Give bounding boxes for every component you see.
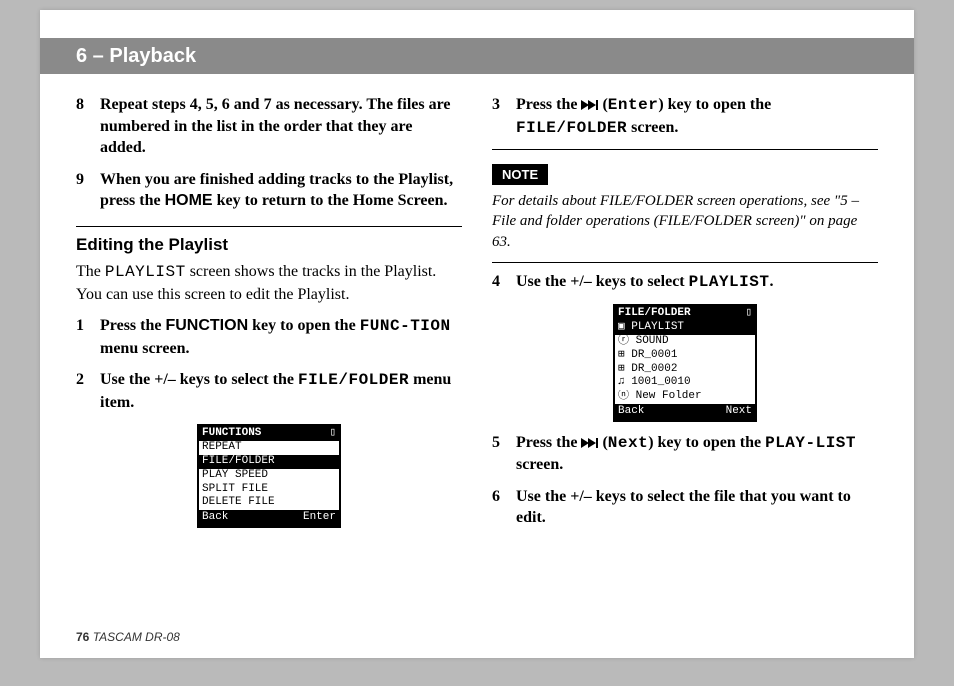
battery-icon: ▯ — [329, 427, 336, 441]
lcd-row: DELETE FILE — [199, 496, 339, 510]
sub-heading: Editing the Playlist — [76, 235, 462, 255]
step-number: 6 — [492, 486, 516, 529]
step-text: Press the (Next) key to open the PLAY-LI… — [516, 432, 878, 476]
right-column: 3 Press the (Enter) key to open the FILE… — [492, 90, 878, 539]
lcd-back-label: Back — [618, 405, 644, 419]
page-footer: 76 TASCAM DR-08 — [76, 630, 180, 644]
lcd-title: FUNCTIONS — [202, 427, 261, 441]
lcd-row: FILE/FOLDER — [199, 455, 339, 469]
lcd-footer: Back Enter — [199, 510, 339, 526]
screen-name: PLAYLIST — [689, 273, 770, 291]
intro-paragraph: The PLAYLIST screen shows the tracks in … — [76, 261, 462, 305]
step-8: 8 Repeat steps 4, 5, 6 and 7 as necessar… — [76, 94, 462, 159]
page-number: 76 — [76, 630, 89, 644]
step-2: 2 Use the +/– keys to select the FILE/FO… — [76, 369, 462, 413]
step-9: 9 When you are finished adding tracks to… — [76, 169, 462, 212]
lcd-row: PLAY SPEED — [199, 469, 339, 483]
step-number: 8 — [76, 94, 100, 159]
step-number: 4 — [492, 271, 516, 294]
two-column-layout: 8 Repeat steps 4, 5, 6 and 7 as necessar… — [76, 90, 878, 539]
step-text: Press the (Enter) key to open the FILE/F… — [516, 94, 878, 139]
chapter-title: 6 – Playback — [40, 45, 196, 67]
lcd-enter-label: Enter — [303, 511, 336, 525]
chapter-banner: 6 – Playback — [40, 38, 914, 74]
step-text: Use the +/– keys to select PLAYLIST. — [516, 271, 878, 294]
step-6: 6 Use the +/– keys to select the file th… — [492, 486, 878, 529]
lcd-row: ▣ PLAYLIST — [615, 321, 755, 335]
battery-icon: ▯ — [745, 307, 752, 321]
step-text: Use the +/– keys to select the file that… — [516, 486, 878, 529]
step-3: 3 Press the (Enter) key to open the FILE… — [492, 94, 878, 139]
left-column: 8 Repeat steps 4, 5, 6 and 7 as necessar… — [76, 90, 462, 539]
step-number: 1 — [76, 315, 100, 359]
lcd-row: ⓡ SOUND — [615, 335, 755, 349]
key-label: HOME — [165, 192, 213, 209]
step-number: 5 — [492, 432, 516, 476]
note-rule — [492, 262, 878, 263]
lcd-footer: Back Next — [615, 404, 755, 420]
lcd-row: ♫ 1001_0010 — [615, 376, 755, 390]
key-label: Enter — [608, 96, 659, 114]
lcd-header: FUNCTIONS ▯ — [199, 426, 339, 442]
lcd-row-list: REPEATFILE/FOLDERPLAY SPEEDSPLIT FILEDEL… — [199, 441, 339, 510]
key-label: Next — [608, 434, 648, 452]
fast-forward-icon — [581, 438, 598, 448]
note-label: NOTE — [492, 164, 548, 185]
step-text: Use the +/– keys to select the FILE/FOLD… — [100, 369, 462, 413]
lcd-header: FILE/FOLDER ▯ — [615, 306, 755, 322]
lcd-title: FILE/FOLDER — [618, 307, 691, 321]
step-number: 9 — [76, 169, 100, 212]
lcd-row: ⓝ New Folder — [615, 390, 755, 404]
step-text: Press the FUNCTION key to open the FUNC-… — [100, 315, 462, 359]
lcd-row: ⊞ DR_0002 — [615, 363, 755, 377]
step-number: 2 — [76, 369, 100, 413]
lcd-row-list: ▣ PLAYLISTⓡ SOUND⊞ DR_0001⊞ DR_0002♫ 100… — [615, 321, 755, 404]
fast-forward-icon — [581, 100, 598, 110]
section-rule — [76, 226, 462, 227]
step-1: 1 Press the FUNCTION key to open the FUN… — [76, 315, 462, 359]
screen-name: PLAYLIST — [105, 263, 186, 281]
lcd-row: ⊞ DR_0001 — [615, 349, 755, 363]
lcd-file-folder-screen: FILE/FOLDER ▯ ▣ PLAYLISTⓡ SOUND⊞ DR_0001… — [613, 304, 757, 422]
screen-name: PLAY-LIST — [765, 434, 856, 452]
step-4: 4 Use the +/– keys to select PLAYLIST. — [492, 271, 878, 294]
lcd-row: SPLIT FILE — [199, 483, 339, 497]
lcd-back-label: Back — [202, 511, 228, 525]
step-5: 5 Press the (Next) key to open the PLAY-… — [492, 432, 878, 476]
screen-name: FUNC-TION — [360, 317, 451, 335]
manual-page: 6 – Playback 8 Repeat steps 4, 5, 6 and … — [40, 10, 914, 658]
lcd-functions-screen: FUNCTIONS ▯ REPEATFILE/FOLDERPLAY SPEEDS… — [197, 424, 341, 528]
note-text: For details about FILE/FOLDER screen ope… — [492, 191, 878, 252]
step-text: When you are finished adding tracks to t… — [100, 169, 462, 212]
lcd-row: REPEAT — [199, 441, 339, 455]
note-rule — [492, 149, 878, 150]
screen-name: FILE/FOLDER — [298, 371, 409, 389]
lcd-next-label: Next — [726, 405, 752, 419]
step-number: 3 — [492, 94, 516, 139]
step-text: Repeat steps 4, 5, 6 and 7 as necessary.… — [100, 94, 462, 159]
product-name: TASCAM DR-08 — [93, 630, 180, 644]
key-label: FUNCTION — [165, 317, 248, 334]
screen-name: FILE/FOLDER — [516, 119, 627, 137]
